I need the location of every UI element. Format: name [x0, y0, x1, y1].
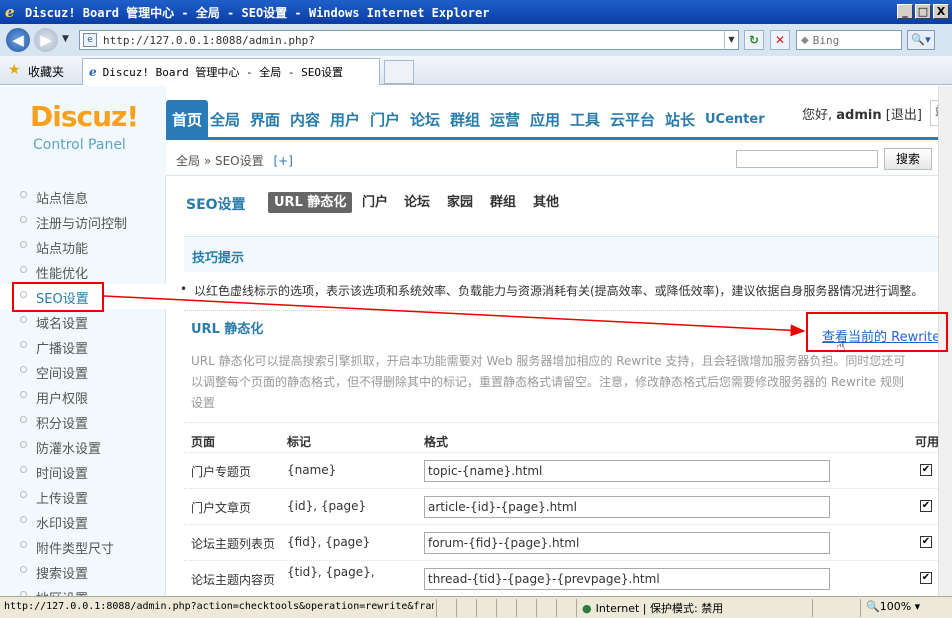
status-divider	[860, 599, 861, 617]
status-divider	[556, 599, 557, 617]
status-divider	[536, 599, 537, 617]
zoom-text[interactable]: 100%	[880, 600, 911, 613]
status-divider	[436, 599, 437, 617]
security-zone: ● Internet | 保护模式: 禁用	[582, 600, 723, 616]
globe-icon: ●	[582, 602, 592, 615]
status-divider	[456, 599, 457, 617]
hand-cursor-icon: ☝	[836, 337, 846, 356]
zone-text: Internet | 保护模式: 禁用	[595, 602, 724, 615]
status-divider	[812, 599, 813, 617]
zoom-level[interactable]: 🔍100% ▾	[866, 600, 920, 613]
status-divider	[576, 599, 577, 617]
status-divider	[496, 599, 497, 617]
status-bar: http://127.0.0.1:8088/admin.php?action=c…	[0, 596, 952, 618]
status-divider	[516, 599, 517, 617]
status-url: http://127.0.0.1:8088/admin.php?action=c…	[4, 601, 434, 612]
status-divider	[476, 599, 477, 617]
annotation-arrow	[103, 295, 806, 337]
